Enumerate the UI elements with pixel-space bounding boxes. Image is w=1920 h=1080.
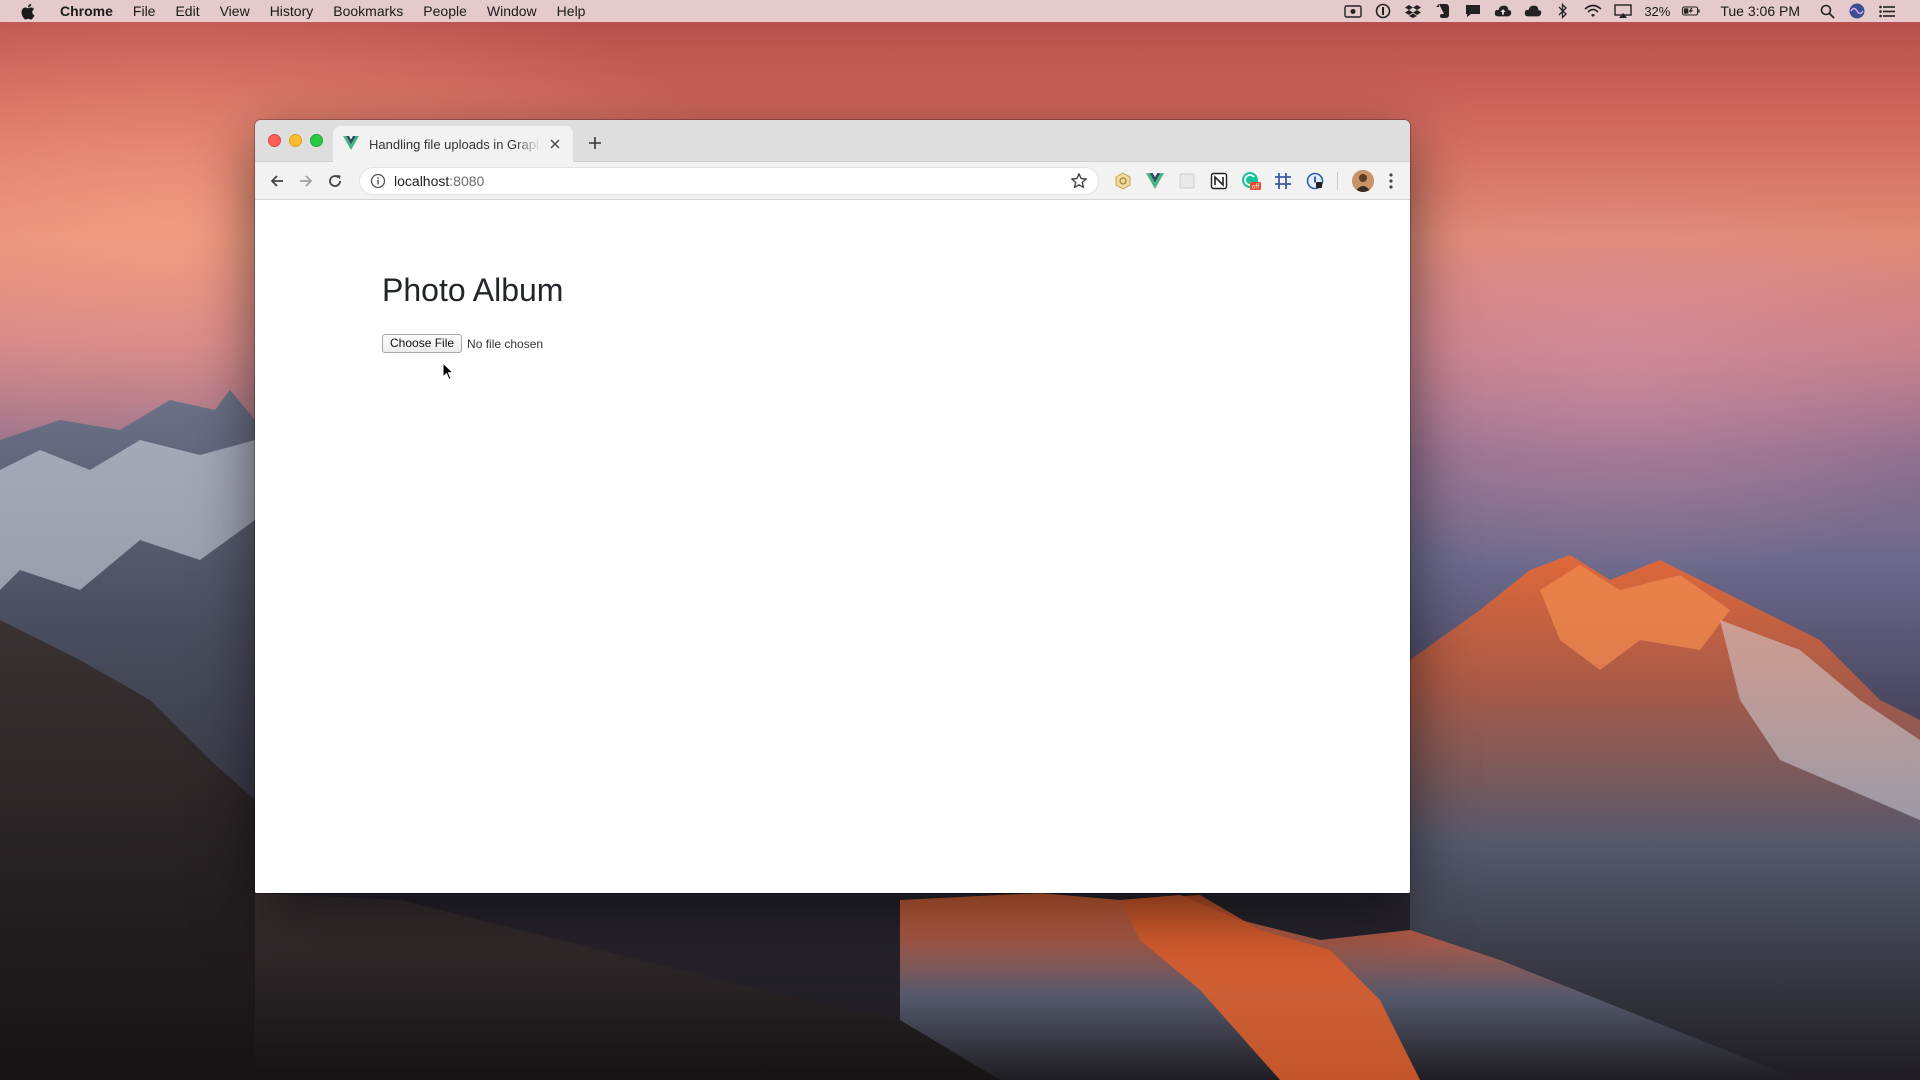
menu-view[interactable]: View xyxy=(210,0,260,22)
close-tab-icon[interactable] xyxy=(547,136,563,152)
cloud-icon[interactable] xyxy=(1524,3,1542,19)
menu-edit[interactable]: Edit xyxy=(165,0,209,22)
menu-app-name[interactable]: Chrome xyxy=(50,0,123,22)
menu-window[interactable]: Window xyxy=(477,0,547,22)
evernote-icon[interactable] xyxy=(1434,3,1452,19)
site-info-icon[interactable] xyxy=(370,173,386,189)
file-status-text: No file chosen xyxy=(467,336,544,351)
file-upload-input[interactable]: Choose File No file chosen xyxy=(382,334,543,353)
menu-bookmarks[interactable]: Bookmarks xyxy=(323,0,413,22)
chrome-menu-icon[interactable] xyxy=(1382,171,1400,191)
tab-strip: Handling file uploads in GraphQL xyxy=(255,120,1410,162)
dropbox-icon[interactable] xyxy=(1404,3,1422,19)
apple-menu-icon[interactable] xyxy=(20,3,36,20)
spotlight-search-icon[interactable] xyxy=(1818,3,1836,19)
onepassword-extension-icon[interactable] xyxy=(1305,171,1325,191)
window-controls xyxy=(268,134,331,147)
extension-blank-icon[interactable] xyxy=(1177,171,1197,191)
maximize-window-button[interactable] xyxy=(310,134,323,147)
tab-title: Handling file uploads in GraphQL xyxy=(369,136,541,152)
url-host: localhost xyxy=(394,172,450,189)
reload-button[interactable] xyxy=(322,167,347,195)
new-tab-button[interactable] xyxy=(585,133,605,153)
toolbar-separator xyxy=(1337,171,1339,190)
url-text: localhost:8080 xyxy=(394,173,1070,189)
notification-icon[interactable] xyxy=(1464,3,1482,19)
macos-menu-bar: Chrome File Edit View History Bookmarks … xyxy=(0,0,1920,22)
minimize-window-button[interactable] xyxy=(289,134,302,147)
extensions-area: off xyxy=(1107,169,1400,192)
reload-icon xyxy=(328,174,341,187)
grammarly-icon[interactable]: off xyxy=(1241,171,1262,191)
choose-file-button[interactable]: Choose File xyxy=(382,334,463,353)
menu-file[interactable]: File xyxy=(123,0,166,22)
address-bar[interactable]: localhost:8080 xyxy=(359,166,1100,195)
page-title: Photo Album xyxy=(382,272,564,308)
menu-help[interactable]: Help xyxy=(547,0,596,22)
airplay-icon[interactable] xyxy=(1614,3,1633,19)
screen-record-icon[interactable] xyxy=(1344,3,1363,19)
close-window-button[interactable] xyxy=(268,134,281,147)
extension-hexagon-icon[interactable] xyxy=(1113,171,1133,191)
back-button[interactable] xyxy=(265,167,290,195)
menu-history[interactable]: History xyxy=(260,0,324,22)
profile-avatar[interactable] xyxy=(1352,169,1375,192)
url-port: :8080 xyxy=(449,172,485,189)
grid-icon[interactable] xyxy=(1273,171,1293,191)
arrow-right-icon xyxy=(300,174,313,187)
forward-button[interactable] xyxy=(294,167,319,195)
onepassword-icon[interactable] xyxy=(1374,3,1392,19)
vue-favicon-icon xyxy=(343,136,359,152)
notion-icon[interactable] xyxy=(1209,171,1229,191)
plus-icon xyxy=(589,137,601,149)
page-viewport: Photo Album Choose File No file chosen xyxy=(255,200,1410,893)
vue-devtools-icon[interactable] xyxy=(1145,171,1165,191)
browser-toolbar: localhost:8080 off xyxy=(255,162,1410,200)
notification-center-icon[interactable] xyxy=(1878,3,1896,19)
cloud-upload-icon[interactable] xyxy=(1494,3,1512,19)
battery-percent: 32% xyxy=(1644,3,1671,19)
siri-icon[interactable] xyxy=(1848,3,1866,19)
wifi-icon[interactable] xyxy=(1584,3,1602,19)
battery-icon[interactable] xyxy=(1682,3,1700,19)
chrome-window: Handling file uploads in GraphQL localho… xyxy=(255,120,1410,893)
menu-clock[interactable]: Tue 3:06 PM xyxy=(1720,3,1800,19)
svg-text:off: off xyxy=(1252,183,1261,190)
mouse-cursor-icon xyxy=(442,362,454,381)
bluetooth-icon[interactable] xyxy=(1554,3,1572,19)
menu-people[interactable]: People xyxy=(413,0,477,22)
browser-tab-active[interactable]: Handling file uploads in GraphQL xyxy=(333,126,573,162)
arrow-left-icon xyxy=(271,174,284,187)
bookmark-star-icon[interactable] xyxy=(1070,172,1088,190)
